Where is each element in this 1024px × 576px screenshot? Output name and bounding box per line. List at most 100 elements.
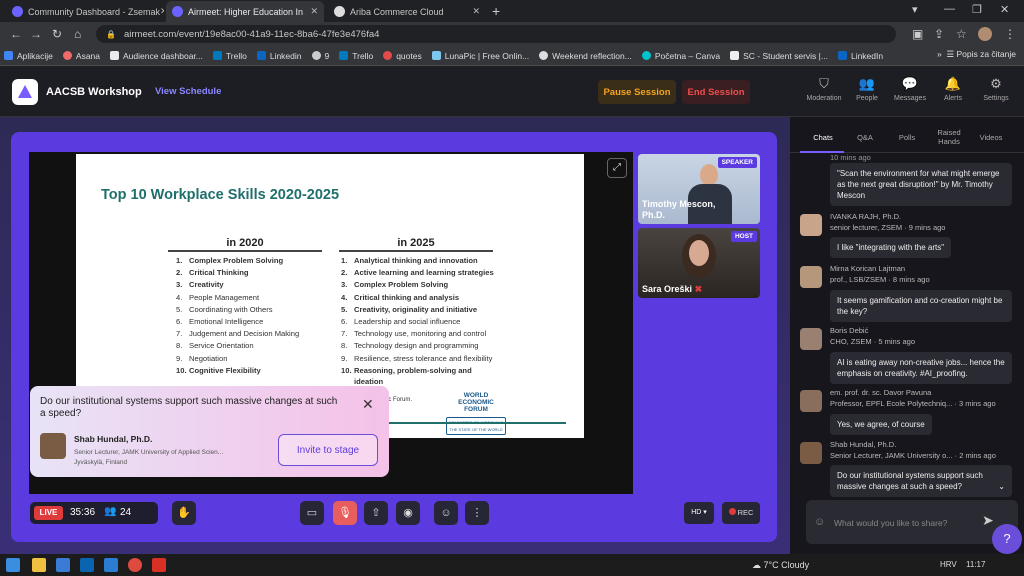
star-icon[interactable]: ☆ — [956, 27, 967, 41]
message-bubble: Do our institutional systems support suc… — [830, 465, 1012, 497]
emoji-icon[interactable]: ☺ — [434, 501, 458, 525]
people-nav[interactable]: 👥 People — [844, 76, 890, 102]
tab-qa[interactable]: Q&A — [842, 133, 888, 142]
invite-to-stage-button[interactable]: Invite to stage — [278, 434, 378, 466]
bookmark-sc[interactable]: SC - Student servis |... — [730, 51, 828, 61]
mic-off-icon[interactable]: 🎙 — [333, 501, 357, 525]
bookmark-canva[interactable]: Početna – Canva — [641, 51, 720, 61]
reading-list[interactable]: » ☰ Popis za čitanje — [937, 49, 1016, 60]
fullscreen-icon[interactable]: ⤢ — [607, 158, 627, 178]
tab-community-dashboard[interactable]: Community Dashboard - Zsemak ✕ — [6, 1, 164, 22]
help-icon[interactable]: ? — [992, 524, 1022, 554]
bookmark-linkedin[interactable]: Linkedin — [256, 51, 302, 61]
camera-toggle-icon[interactable]: ▭ — [300, 501, 324, 525]
skill-item: 8. Technology design and programming — [341, 341, 479, 351]
chrome-icon[interactable] — [128, 558, 142, 572]
skill-item: 6. Emotional Intelligence — [176, 317, 264, 327]
reload-icon[interactable]: ↻ — [52, 27, 62, 41]
close-window-icon[interactable]: ✕ — [1000, 3, 1009, 16]
outlook-icon[interactable] — [80, 558, 94, 572]
hd-quality-button[interactable]: HD ▾ — [684, 502, 714, 524]
acrobat-icon[interactable] — [152, 558, 166, 572]
word-icon[interactable] — [104, 558, 118, 572]
user-avatar — [800, 266, 822, 288]
url-text: airmeet.com/event/19e8ac00-41a9-11ec-8ba… — [123, 28, 380, 40]
canva-icon — [641, 51, 651, 60]
tab-airmeet[interactable]: Airmeet: Higher Education In ✕ — [166, 1, 324, 22]
pause-session-button[interactable]: Pause Session — [598, 80, 676, 104]
new-tab-icon[interactable]: + — [492, 3, 500, 19]
language-indicator[interactable]: HRV — [940, 560, 957, 569]
weather-widget[interactable]: ☁ 7°C Cloudy — [752, 560, 809, 571]
bookmark-trello-2[interactable]: Trello — [339, 51, 373, 61]
skills-2020-list: 1. Complex Problem Solving 2. Critical Thin… — [176, 255, 299, 377]
gear-icon: ⚙ — [990, 76, 1002, 91]
bookmark-aplikacije[interactable]: Aplikacije — [4, 51, 53, 61]
record-dot-icon — [728, 508, 736, 515]
bookmark-9[interactable]: 9 — [311, 51, 329, 61]
tab-raised-hands[interactable]: Raised Hands — [926, 128, 972, 146]
system-clock[interactable]: 11:17 — [966, 560, 985, 569]
close-tab-icon[interactable]: ✕ — [472, 6, 480, 17]
bookmark-asana[interactable]: Asana — [62, 51, 100, 61]
tab-search-icon[interactable]: ▾ — [912, 3, 918, 16]
send-icon[interactable]: ➤ — [982, 512, 994, 529]
slide-title: Top 10 Workplace Skills 2020-2025 — [101, 187, 340, 203]
file-explorer-icon[interactable] — [32, 558, 46, 572]
url-bar[interactable]: 🔒 airmeet.com/event/19e8ac00-41a9-11ec-8… — [96, 25, 896, 43]
trello-icon — [212, 51, 222, 60]
bookmark-linkedin-2[interactable]: LinkedIn — [837, 51, 883, 61]
mail-icon[interactable] — [56, 558, 70, 572]
skill-item: 10. Cognitive Flexibility — [176, 365, 261, 375]
share-icon[interactable]: ⇪ — [934, 27, 944, 41]
end-session-button[interactable]: End Session — [682, 80, 750, 104]
bookmark-lunapic[interactable]: LunaPic | Free Onlin... — [431, 51, 529, 61]
sender-meta: CHO, ZSEM · 5 mins ago — [830, 337, 916, 346]
share-screen-icon[interactable]: ⇧ — [364, 501, 388, 525]
menu-kebab-icon[interactable]: ⋮ — [1004, 27, 1016, 41]
profile-avatar[interactable] — [978, 27, 992, 41]
tab-chats[interactable]: Chats — [800, 133, 846, 142]
record-button[interactable]: REC — [722, 502, 760, 524]
moderation-nav[interactable]: ⛉ Moderation — [801, 76, 847, 102]
bookmark-weekend[interactable]: Weekend reflection... — [539, 51, 632, 61]
skill-item: 8. Service Orientation — [176, 341, 254, 351]
host-tile[interactable]: HOST Sara Oreški ✖ — [638, 228, 760, 298]
bookmark-trello[interactable]: Trello — [212, 51, 247, 61]
close-tab-icon[interactable]: ✕ — [310, 6, 318, 17]
speaker-tile[interactable]: SPEAKER Timothy Mescon, Ph.D. — [638, 154, 760, 224]
eye-icon[interactable]: ◉ — [396, 501, 420, 525]
speaker-badge: SPEAKER — [717, 157, 757, 168]
forward-icon[interactable]: → — [30, 27, 42, 41]
alerts-nav[interactable]: 🔔 Alerts — [930, 76, 976, 102]
sender-name: Shab Hundal, Ph.D. — [830, 440, 897, 449]
windows-start-icon[interactable] — [6, 558, 20, 572]
tab-label: Community Dashboard - Zsemak — [28, 6, 161, 17]
close-tab-icon[interactable]: ✕ — [160, 6, 164, 17]
emoji-icon[interactable]: ☺ — [814, 516, 825, 528]
chevron-down-icon[interactable]: ⌄ — [998, 481, 1005, 492]
bookmark-quotes[interactable]: quotes — [383, 51, 422, 61]
skill-item: 7. Technology use, monitoring and control — [341, 329, 487, 339]
back-icon[interactable]: ← — [10, 27, 22, 41]
messages-nav[interactable]: 💬 Messages — [887, 76, 933, 102]
minimize-icon[interactable]: — — [944, 3, 955, 15]
camera-icon[interactable]: ▣ — [912, 27, 923, 41]
tab-ariba[interactable]: Ariba Commerce Cloud ✕ — [328, 1, 486, 22]
view-schedule-link[interactable]: View Schedule — [155, 86, 221, 97]
tab-videos[interactable]: Videos — [968, 133, 1014, 142]
tab-polls[interactable]: Polls — [884, 133, 930, 142]
speaker-video — [700, 164, 718, 186]
settings-nav[interactable]: ⚙ Settings — [973, 76, 1019, 102]
close-icon[interactable]: ✕ — [362, 396, 374, 413]
home-icon[interactable]: ⌂ — [74, 27, 81, 41]
restore-icon[interactable]: ❐ — [972, 3, 982, 16]
globe-icon — [311, 51, 321, 60]
bookmark-audience[interactable]: Audience dashboar... — [110, 51, 203, 61]
reactions-icon[interactable]: ✋ — [172, 501, 196, 525]
skill-item: 5. Coordinating with Others — [176, 304, 273, 314]
message-time: 10 mins ago — [830, 153, 871, 162]
attendee-count: 24 — [120, 507, 132, 518]
more-options-icon[interactable]: ⋮ — [465, 501, 489, 525]
trello-icon — [339, 51, 349, 60]
